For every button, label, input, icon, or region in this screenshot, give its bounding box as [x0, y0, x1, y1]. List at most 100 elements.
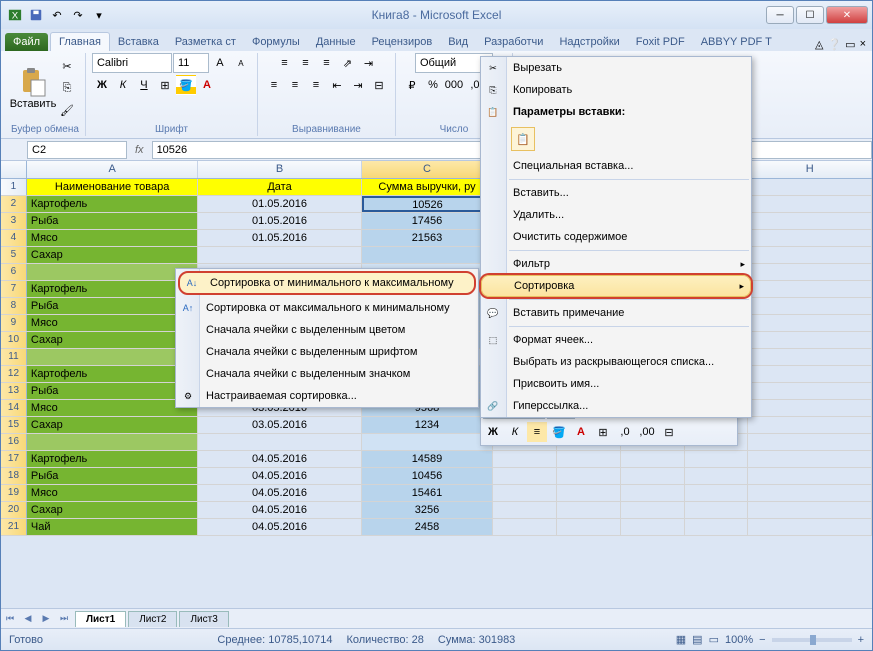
cell[interactable] — [493, 451, 557, 467]
cell[interactable] — [748, 485, 872, 501]
row-header[interactable]: 12 — [1, 366, 27, 382]
minimize-button[interactable]: ─ — [766, 6, 794, 24]
cell[interactable] — [198, 434, 361, 450]
grow-font-icon[interactable]: A — [210, 53, 230, 73]
cell[interactable] — [748, 400, 872, 416]
ctx-comment[interactable]: 💬Вставить примечание — [481, 302, 751, 324]
maximize-button[interactable]: ☐ — [796, 6, 824, 24]
currency-icon[interactable]: ₽ — [402, 75, 422, 95]
view-normal-icon[interactable]: ▦ — [676, 633, 686, 646]
shrink-font-icon[interactable]: A — [231, 53, 251, 73]
cell[interactable]: 17456 — [362, 213, 494, 229]
name-box[interactable]: C2 — [27, 141, 127, 159]
row-header[interactable]: 3 — [1, 213, 27, 229]
cell[interactable] — [748, 298, 872, 314]
fx-icon[interactable]: fx — [135, 144, 144, 156]
cell[interactable] — [748, 179, 872, 195]
align-top-icon[interactable]: ≡ — [274, 53, 294, 73]
ctx-format-cells[interactable]: ⬚Формат ячеек... — [481, 329, 751, 351]
cell[interactable]: Картофель — [27, 451, 198, 467]
cell[interactable]: 04.05.2016 — [198, 519, 361, 535]
cell[interactable] — [362, 434, 494, 450]
cell[interactable] — [27, 349, 198, 365]
cell[interactable] — [557, 468, 621, 484]
cell[interactable]: Сахар — [27, 417, 198, 433]
select-all-corner[interactable] — [1, 161, 27, 178]
zoom-slider[interactable] — [772, 638, 852, 642]
cell[interactable]: 04.05.2016 — [198, 451, 361, 467]
cell[interactable]: 04.05.2016 — [198, 485, 361, 501]
tab-file[interactable]: Файл — [5, 33, 48, 51]
view-break-icon[interactable]: ▭ — [709, 633, 719, 646]
qat-more-icon[interactable]: ▾ — [89, 5, 109, 25]
comma-icon[interactable]: 000 — [444, 75, 464, 95]
align-left-icon[interactable]: ≡ — [264, 75, 284, 95]
cell[interactable] — [493, 519, 557, 535]
cell[interactable] — [493, 485, 557, 501]
tab-data[interactable]: Данные — [308, 33, 364, 51]
sheet-nav-last[interactable]: ⏭ — [55, 611, 73, 627]
border-button[interactable]: ⊞ — [155, 75, 175, 95]
sort-by-icon[interactable]: Сначала ячейки с выделенным значком — [176, 363, 478, 385]
sort-by-font[interactable]: Сначала ячейки с выделенным шрифтом — [176, 341, 478, 363]
row-header[interactable]: 1 — [1, 179, 27, 195]
sheet-nav-prev[interactable]: ◀ — [19, 611, 37, 627]
sheet-nav-next[interactable]: ▶ — [37, 611, 55, 627]
view-layout-icon[interactable]: ▤ — [692, 633, 702, 646]
cell[interactable] — [748, 349, 872, 365]
underline-button[interactable]: Ч — [134, 75, 154, 95]
sheet-tab-2[interactable]: Лист2 — [128, 611, 177, 627]
cell[interactable]: 14589 — [362, 451, 494, 467]
cell[interactable] — [748, 230, 872, 246]
cell[interactable]: 1234 — [362, 417, 494, 433]
row-header[interactable]: 19 — [1, 485, 27, 501]
cell[interactable]: Рыба — [27, 213, 198, 229]
zoom-level[interactable]: 100% — [725, 634, 753, 646]
cell[interactable] — [621, 451, 685, 467]
row-header[interactable]: 15 — [1, 417, 27, 433]
sheet-tab-1[interactable]: Лист1 — [75, 611, 126, 627]
help-icon[interactable]: ❔ — [827, 38, 841, 51]
cell[interactable]: Чай — [27, 519, 198, 535]
row-header[interactable]: 2 — [1, 196, 27, 212]
cell[interactable] — [748, 468, 872, 484]
cell[interactable]: 03.05.2016 — [198, 417, 361, 433]
ctx-sort[interactable]: Сортировка▸ — [481, 275, 751, 297]
row-header[interactable]: 5 — [1, 247, 27, 263]
tab-view[interactable]: Вид — [440, 33, 476, 51]
indent-dec-icon[interactable]: ⇤ — [327, 75, 347, 95]
tab-developer[interactable]: Разработчи — [476, 33, 551, 51]
cell[interactable] — [685, 468, 749, 484]
sheet-nav-first[interactable]: ⏮ — [1, 611, 19, 627]
mini-inc-decimal-icon[interactable]: ,0 — [615, 422, 635, 442]
mini-fill-color-icon[interactable]: 🪣 — [549, 422, 569, 442]
row-header[interactable]: 14 — [1, 400, 27, 416]
cut-icon[interactable]: ✂ — [57, 56, 77, 76]
cell[interactable] — [557, 451, 621, 467]
cell[interactable] — [685, 519, 749, 535]
mini-border-icon[interactable]: ⊞ — [593, 422, 613, 442]
header-cell[interactable]: Сумма выручки, ру — [362, 179, 494, 195]
paste-button[interactable]: Вставить — [11, 64, 55, 112]
cell[interactable]: Картофель — [27, 196, 198, 212]
ctx-delete[interactable]: Удалить... — [481, 204, 751, 226]
paste-option-button[interactable]: 📋 — [511, 127, 535, 151]
cell[interactable]: Мясо — [27, 400, 198, 416]
row-header[interactable]: 8 — [1, 298, 27, 314]
row-header[interactable]: 9 — [1, 315, 27, 331]
row-header[interactable]: 17 — [1, 451, 27, 467]
redo-icon[interactable]: ↷ — [68, 5, 88, 25]
mini-dec-decimal-icon[interactable]: ,00 — [637, 422, 657, 442]
cell[interactable]: 04.05.2016 — [198, 502, 361, 518]
cell[interactable]: Картофель — [27, 281, 198, 297]
cell[interactable] — [621, 502, 685, 518]
align-bot-icon[interactable]: ≡ — [316, 53, 336, 73]
cell[interactable]: 15461 — [362, 485, 494, 501]
cell[interactable] — [748, 366, 872, 382]
excel-icon[interactable]: X — [5, 5, 25, 25]
cell[interactable]: 10526 — [362, 196, 494, 212]
cell[interactable]: 01.05.2016 — [198, 213, 361, 229]
ctx-paste-special[interactable]: Специальная вставка... — [481, 155, 751, 177]
cell[interactable] — [493, 468, 557, 484]
row-header[interactable]: 16 — [1, 434, 27, 450]
